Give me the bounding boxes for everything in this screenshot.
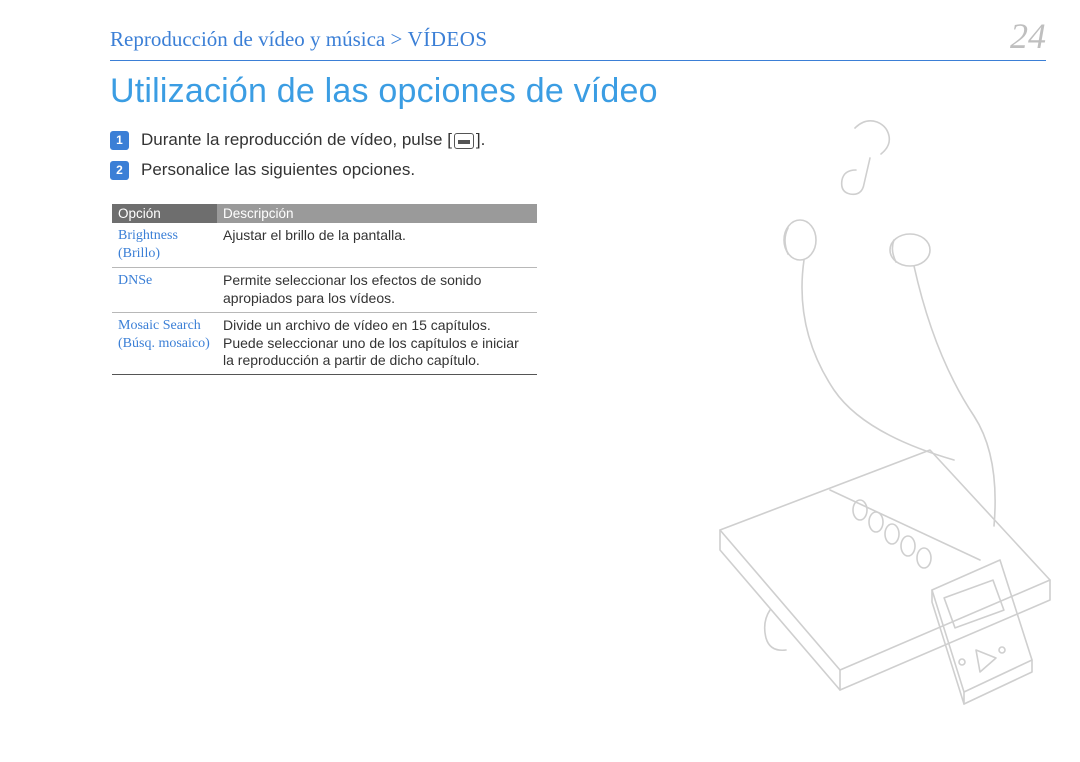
decorative-illustration [680,110,1060,750]
option-description: Permite seleccionar los efectos de sonid… [217,267,537,312]
option-name: Mosaic Search (Búsq. mosaico) [112,312,217,375]
step-text-before: Durante la reproducción de vídeo, pulse … [141,130,452,149]
step-number-badge: 2 [110,161,129,180]
option-description: Divide un archivo de vídeo en 15 capítul… [217,312,537,375]
breadcrumb-sub: VÍDEOS [408,27,488,51]
breadcrumb: Reproducción de vídeo y música > VÍDEOS [110,27,488,52]
page-title: Utilización de las opciones de vídeo [110,72,658,111]
table-row: Brightness (Brillo) Ajustar el brillo de… [112,223,537,267]
step-text-after: ]. [476,130,485,149]
options-table: Opción Descripción Brightness (Brillo) A… [112,204,537,375]
table-row: Mosaic Search (Búsq. mosaico) Divide un … [112,312,537,375]
page-header: Reproducción de vídeo y música > VÍDEOS … [110,24,1046,61]
table-header-option: Opción [112,204,217,223]
steps-list: 1 Durante la reproducción de vídeo, puls… [110,130,550,190]
breadcrumb-sep: > [385,27,407,51]
step-text: Personalice las siguientes opciones. [141,160,415,180]
step-text-before: Personalice las siguientes opciones. [141,160,415,179]
step-number-badge: 1 [110,131,129,150]
option-name: DNSe [112,267,217,312]
step-text: Durante la reproducción de vídeo, pulse … [141,130,485,150]
table-header-row: Opción Descripción [112,204,537,223]
option-name: Brightness (Brillo) [112,223,217,267]
step-item: 1 Durante la reproducción de vídeo, puls… [110,130,550,150]
table-row: DNSe Permite seleccionar los efectos de … [112,267,537,312]
breadcrumb-main: Reproducción de vídeo y música [110,27,385,51]
page-number: 24 [1010,18,1046,54]
option-description: Ajustar el brillo de la pantalla. [217,223,537,267]
menu-icon [454,133,474,149]
step-item: 2 Personalice las siguientes opciones. [110,160,550,180]
table-header-description: Descripción [217,204,537,223]
